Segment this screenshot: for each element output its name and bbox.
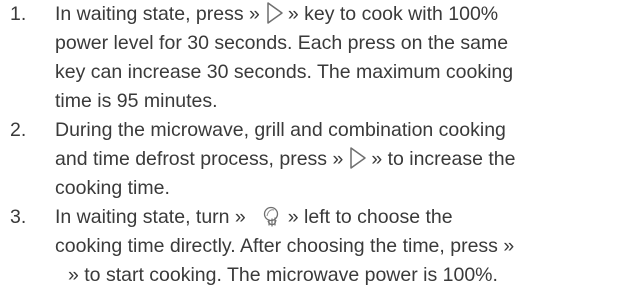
step-text: In waiting state, press » (55, 3, 260, 25)
knob-icon (260, 207, 282, 227)
step-number: 1. (10, 3, 27, 25)
instruction-step-1: 1. In waiting state, press » » key to coo… (0, 0, 623, 116)
step-text: » left to choose the (287, 206, 453, 228)
instruction-list: 1. In waiting state, press » » key to coo… (0, 0, 623, 290)
step-line: time is 95 minutes. (55, 90, 218, 112)
play-icon (348, 147, 368, 170)
step-line: power level for 30 seconds. Each press o… (55, 32, 509, 54)
step-line: In waiting state, turn » » left to choose… (55, 203, 619, 232)
step-line: key can increase 30 seconds. The maximum… (55, 61, 514, 83)
step-line: and time defrost process, press » » to in… (55, 145, 619, 174)
step-line: cooking time. (55, 177, 170, 199)
step-text: » to increase the (371, 148, 516, 170)
instruction-step-2: 2. During the microwave, grill and combi… (0, 116, 623, 203)
step-text: In waiting state, turn » (55, 206, 246, 228)
instruction-step-3: 3. In waiting state, turn » » left to cho… (0, 203, 623, 290)
step-text: and time defrost process, press » (55, 148, 344, 170)
step-line: During the microwave, grill and combinat… (55, 119, 506, 141)
step-number: 2. (10, 119, 27, 141)
instruction-document: 1. In waiting state, press » » key to coo… (0, 0, 623, 300)
step-line: » to start cooking. The microwave power … (68, 264, 498, 286)
step-line: cooking time directly. After choosing th… (55, 235, 515, 257)
step-number: 3. (10, 206, 27, 228)
play-icon (265, 2, 285, 25)
step-line: In waiting state, press » » key to cook w… (55, 0, 619, 29)
step-text: » key to cook with 100% (287, 3, 499, 25)
